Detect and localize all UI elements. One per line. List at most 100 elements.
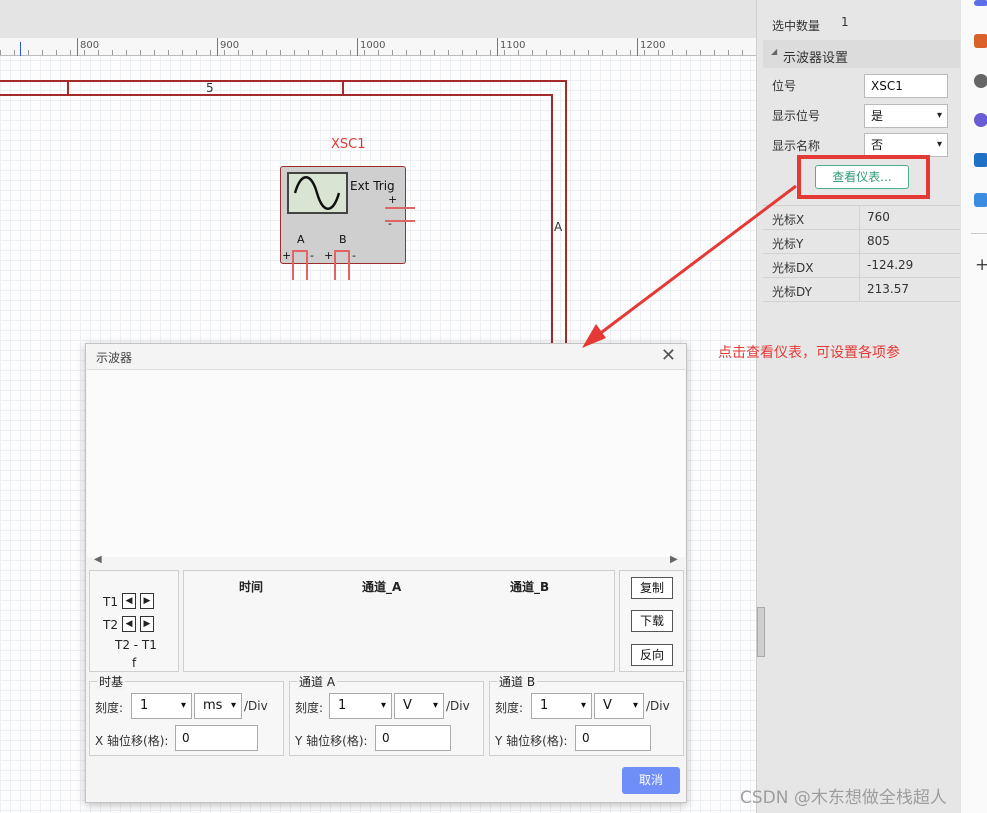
copy-button[interactable]: 复制 [631,577,673,599]
show-designator-value: 是 [871,109,884,123]
wire-segment[interactable] [0,94,553,96]
download-button[interactable]: 下载 [631,610,673,632]
per-div-label: /Div [446,699,470,713]
x-offset-input[interactable]: 0 [175,725,258,751]
component-designator: XSC1 [331,137,366,152]
outlook-icon[interactable] [974,153,987,167]
channel-a-unit-value: V [403,698,412,713]
cursor-controls: T1 ◀ ▶ T2 ◀ ▶ T2 - T1 f [89,570,179,672]
timebase-scale-select[interactable]: 1 ▾ [131,693,192,719]
scroll-left-icon[interactable]: ◀ [94,554,102,565]
close-icon[interactable]: ✕ [661,345,676,366]
channel-b-title: 通道 B [497,673,538,690]
ruler-tick [497,38,498,56]
channel-b-unit-select[interactable]: V ▾ [594,693,644,719]
show-name-value: 否 [871,138,884,152]
chevron-down-icon: ▾ [180,700,186,711]
table-row: 光标X 760 [763,206,961,230]
table-row: 光标Y 805 [763,230,961,254]
column-divider [859,278,860,302]
cursor-table: 光标X 760 光标Y 805 光标DX -124.29 光标DY 213.57 [763,205,961,302]
timebase-title: 时基 [97,673,126,690]
cursor-key: 光标DX [772,261,814,275]
channel-b-scale-select[interactable]: 1 ▾ [531,693,592,719]
column-divider [859,230,860,254]
frequency-label: f [132,656,137,670]
ext-trig-minus: - [388,217,392,230]
waveform-display[interactable] [87,369,685,557]
show-designator-select[interactable]: 是 ▾ [864,104,948,128]
t2-minus-t1-label: T2 - T1 [115,638,157,652]
channel-b-y-offset-input[interactable]: 0 [575,725,651,751]
channel-a-scale-value: 1 [338,698,347,713]
channel-b-pin-label: B [339,233,347,246]
scroll-right-icon[interactable]: ▶ [670,554,678,565]
channel-b-scale-label: 刻度: [495,701,524,715]
column-divider [859,206,860,230]
channel-b-scale-value: 1 [540,698,549,713]
channel-a-scale-select[interactable]: 1 ▾ [329,693,392,719]
wire-segment[interactable] [565,80,567,350]
panel-collapse-handle[interactable] [757,607,765,657]
copilot-icon[interactable] [974,113,987,127]
send-icon[interactable] [974,193,987,207]
plus-icon[interactable]: + [975,255,987,275]
chevron-down-icon: ▾ [230,700,236,711]
wire-segment[interactable] [551,94,553,350]
pin-lead[interactable] [292,250,294,280]
cursor-key: 光标X [772,213,805,227]
ruler-tick [637,38,638,56]
ruler-tick [357,38,358,56]
ruler-label: 1000 [360,40,386,51]
pin-lead[interactable] [306,250,308,280]
chevron-down-icon: ▾ [580,700,586,711]
pin-lead[interactable] [348,250,350,280]
channel-a-unit-select[interactable]: V ▾ [394,693,444,719]
show-name-label: 显示名称 [772,139,821,153]
extension-icon[interactable] [974,0,987,6]
user-icon[interactable] [974,74,987,88]
wire-segment[interactable] [342,80,344,95]
channel-b-minus: - [352,249,356,262]
table-row: 光标DX -124.29 [763,254,961,278]
pin-lead[interactable] [385,207,415,209]
toolbar-divider [971,233,987,234]
timebase-unit-value: ms [203,698,223,713]
t1-right-button[interactable]: ▶ [140,593,154,609]
canvas-toolbar-strip [0,0,756,38]
ruler-cursor-marker [20,42,21,56]
x-offset-label: X 轴位移(格): [95,734,169,748]
wire-segment[interactable] [0,80,567,82]
y-offset-label: Y 轴位移(格): [495,734,568,748]
dialog-title: 示波器 [96,351,133,365]
timebase-scale-value: 1 [140,698,149,713]
show-name-select[interactable]: 否 ▾ [864,133,948,157]
cancel-button[interactable]: 取消 [622,767,680,794]
horizontal-ruler: 800 900 1000 1100 1200 [0,38,756,56]
channel-a-y-offset-input[interactable]: 0 [375,725,451,751]
chevron-down-icon: ▾ [380,700,386,711]
designator-input[interactable]: XSC1 [864,74,948,98]
view-instrument-button[interactable]: 查看仪表... [815,165,909,189]
channel-a-plus: + [282,249,292,262]
selected-count-value: 1 [841,15,849,29]
ruler-label: 1200 [640,40,666,51]
cursor-value: -124.29 [867,258,914,272]
scope-settings-section[interactable]: ◢ 示波器设置 [763,40,961,68]
reverse-button[interactable]: 反向 [631,644,673,666]
t1-left-button[interactable]: ◀ [122,593,136,609]
briefcase-icon[interactable] [974,34,987,48]
per-div-label: /Div [244,699,268,713]
table-row: 光标DY 213.57 [763,278,961,302]
properties-panel: 选中数量 1 ◢ 示波器设置 位号 XSC1 显示位号 是 ▾ 显示名称 否 ▾… [756,0,961,813]
pin-lead[interactable] [334,250,336,280]
designator-label: 位号 [772,79,797,93]
t2-left-button[interactable]: ◀ [122,616,136,632]
t2-right-button[interactable]: ▶ [140,616,154,632]
timebase-unit-select[interactable]: ms ▾ [194,693,242,719]
channel-b-group: 通道 B 刻度: 1 ▾ V ▾ /Div Y 轴位移(格): 0 [489,673,684,756]
wire-segment[interactable] [67,80,69,95]
oscilloscope-dialog: 示波器 ✕ ◀ ▶ T1 ◀ ▶ T2 ◀ ▶ T2 - T1 f 时间 通道_… [85,343,687,803]
pin-lead[interactable] [385,220,415,222]
column-header-channel-b: 通道_B [510,580,550,594]
